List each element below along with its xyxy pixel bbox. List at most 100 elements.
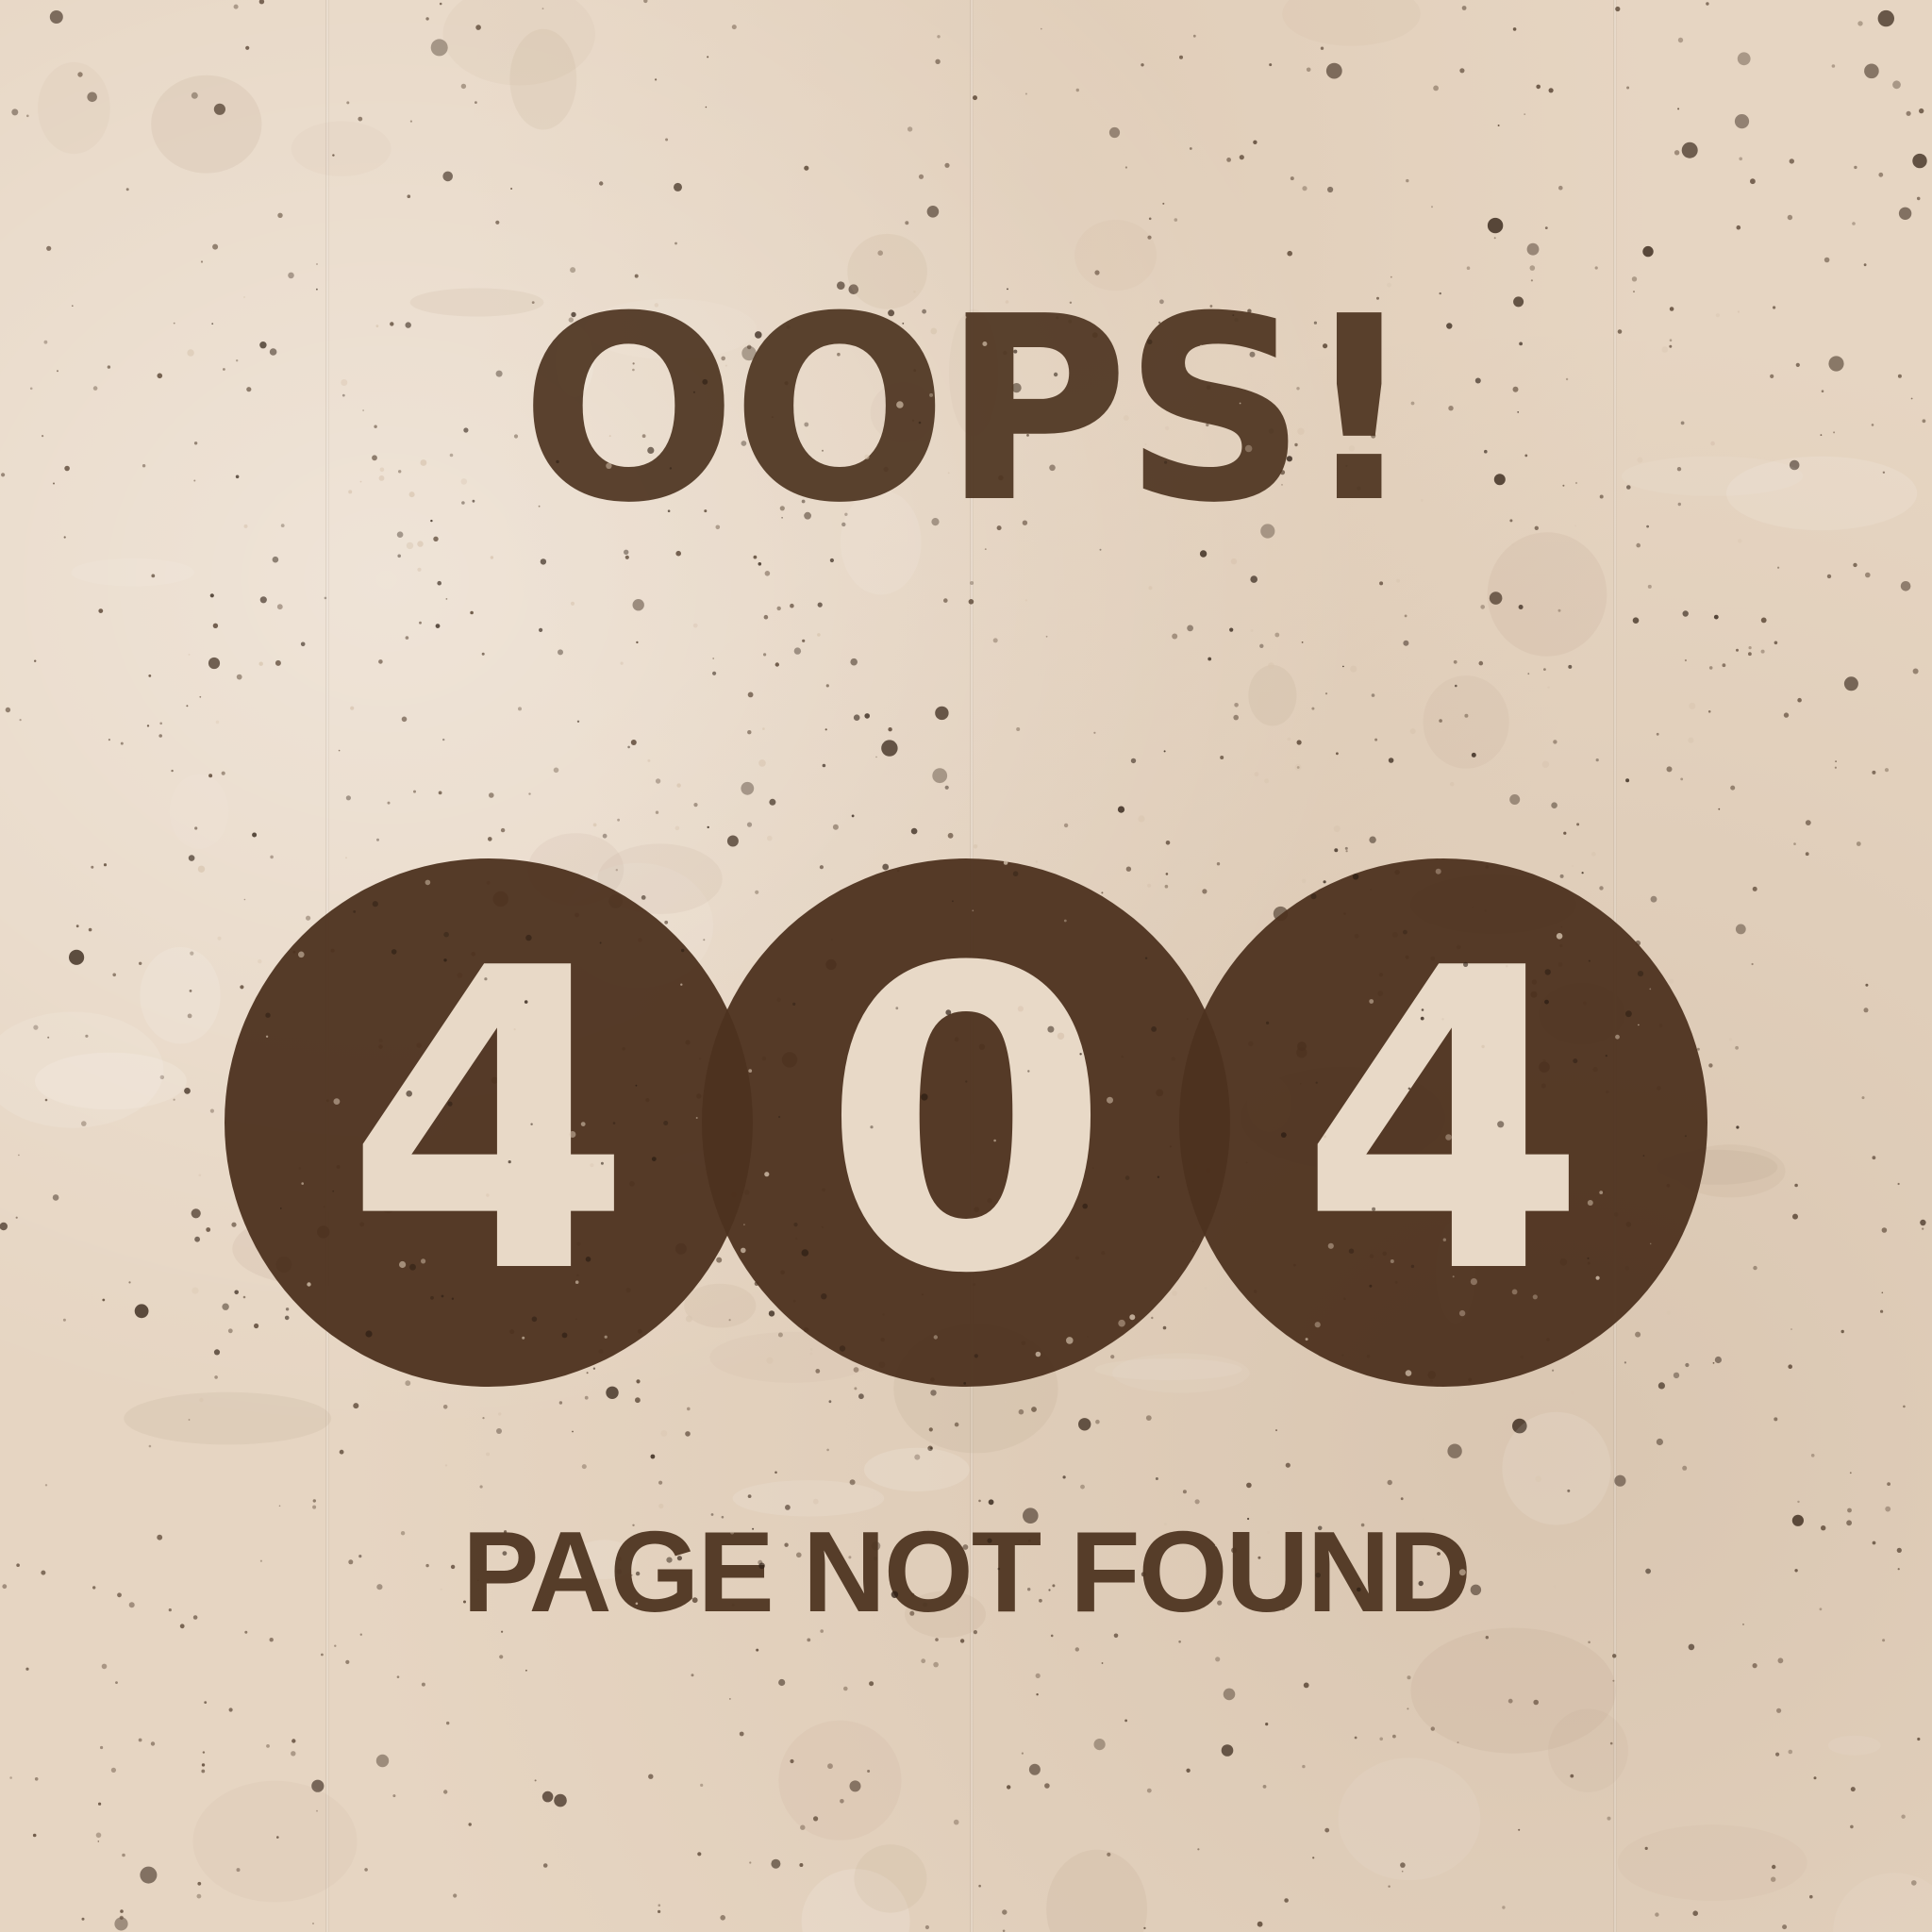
- concrete-pore: [396, 1675, 400, 1678]
- concrete-pore: [1912, 153, 1927, 169]
- concrete-pore: [1854, 165, 1857, 170]
- concrete-pore: [636, 641, 639, 644]
- concrete-pore: [1404, 614, 1407, 618]
- concrete-pore: [1614, 1474, 1626, 1487]
- concrete-pore: [1509, 794, 1521, 805]
- concrete-pore: [1853, 562, 1857, 568]
- concrete-pore: [236, 674, 242, 680]
- concrete-pore: [186, 705, 189, 708]
- concrete-pore: [1692, 1910, 1698, 1916]
- concrete-pore: [171, 769, 174, 773]
- concrete-pore: [1677, 108, 1680, 110]
- concrete-pore: [1835, 760, 1837, 762]
- concrete-pore: [442, 171, 454, 182]
- concrete-pore: [1407, 1675, 1411, 1680]
- concrete-pore: [69, 949, 85, 965]
- concrete-pore: [1912, 668, 1919, 675]
- concrete-pore: [173, 1098, 175, 1101]
- concrete-pore: [158, 734, 162, 738]
- concrete-pore: [1680, 777, 1684, 781]
- concrete-pore: [1736, 648, 1739, 652]
- concrete-pore: [1021, 1752, 1024, 1755]
- concrete-pore: [1750, 178, 1756, 185]
- concrete-pore: [221, 771, 225, 775]
- concrete-blotch: [169, 774, 229, 849]
- concrete-pore: [1162, 202, 1165, 205]
- concrete-pore: [1748, 652, 1752, 657]
- concrete-pore: [1826, 574, 1832, 579]
- concrete-pore: [907, 126, 913, 132]
- concrete-blotch: [1248, 665, 1297, 726]
- concrete-pore: [1797, 1500, 1800, 1504]
- concrete-pore: [1788, 1364, 1792, 1369]
- concrete-pore: [1880, 1309, 1884, 1313]
- concrete-pore: [1892, 80, 1901, 90]
- concrete-pore: [510, 188, 513, 190]
- concrete-pore: [1178, 1641, 1181, 1643]
- concrete-pore: [409, 120, 412, 123]
- concrete-pore: [405, 636, 409, 640]
- concrete-pore: [804, 165, 809, 171]
- concrete-pore: [635, 1397, 641, 1404]
- concrete-pore: [1852, 222, 1856, 225]
- concrete-pore: [1287, 250, 1292, 257]
- concrete-pore: [632, 599, 644, 611]
- concrete-pore: [197, 1881, 202, 1886]
- concrete-pore: [1548, 88, 1554, 93]
- concrete-pore: [1884, 768, 1890, 773]
- concrete-pore: [1872, 770, 1876, 774]
- concrete-blotch: [1617, 1824, 1807, 1901]
- concrete-pore: [947, 832, 954, 839]
- concrete-pore: [747, 730, 752, 735]
- concrete-pore: [475, 101, 477, 104]
- concrete-pore: [776, 606, 781, 611]
- concrete-pore: [1379, 1737, 1383, 1741]
- concrete-pore: [1220, 756, 1224, 759]
- concrete-pore: [387, 801, 391, 805]
- concrete-pore: [213, 1349, 221, 1356]
- concrete-pore: [46, 245, 52, 251]
- concrete-pore: [378, 659, 383, 664]
- concrete-pore: [1108, 126, 1121, 139]
- concrete-pore: [1797, 697, 1802, 703]
- concrete-pore: [606, 1386, 619, 1400]
- concrete-pore: [1882, 1639, 1886, 1642]
- concrete-pore: [26, 114, 29, 118]
- concrete-pore: [1588, 1641, 1591, 1644]
- concrete-pore: [1558, 185, 1563, 191]
- concrete-pore: [100, 1745, 104, 1750]
- concrete-pore: [1834, 766, 1837, 769]
- concrete-pore: [358, 116, 363, 122]
- concrete-pore: [1524, 113, 1526, 115]
- concrete-pore: [212, 623, 219, 628]
- concrete-pore: [407, 194, 411, 198]
- concrete-pore: [655, 810, 659, 814]
- concrete-pore: [1529, 265, 1536, 271]
- concrete-pore: [665, 138, 669, 142]
- concrete-pore: [364, 1868, 368, 1872]
- concrete-pore: [1594, 266, 1598, 270]
- concrete-pore: [201, 1763, 206, 1767]
- concrete-pore: [658, 1480, 663, 1485]
- concrete-pore: [1146, 1788, 1152, 1793]
- concrete-pore: [1824, 257, 1830, 263]
- concrete-pore: [49, 10, 63, 24]
- concrete-pore: [970, 581, 974, 585]
- concrete-pore: [1459, 68, 1465, 74]
- concrete-blotch: [1046, 1849, 1147, 1932]
- concrete-pore: [228, 1707, 233, 1712]
- concrete-pore: [139, 961, 142, 965]
- concrete-pore: [1900, 581, 1911, 591]
- concrete-pore: [1916, 196, 1921, 201]
- concrete-pore: [648, 1774, 654, 1779]
- concrete-pore: [439, 2, 442, 6]
- concrete-pore: [1002, 1909, 1008, 1915]
- concrete-pore: [918, 174, 924, 179]
- concrete-pore: [558, 1401, 563, 1405]
- concrete-pore: [1189, 147, 1192, 150]
- concrete-pore: [316, 263, 318, 265]
- concrete-pore: [1885, 1506, 1891, 1512]
- concrete-pore: [312, 1499, 316, 1503]
- concrete-pore: [581, 1464, 587, 1470]
- concrete-pore: [756, 1648, 759, 1652]
